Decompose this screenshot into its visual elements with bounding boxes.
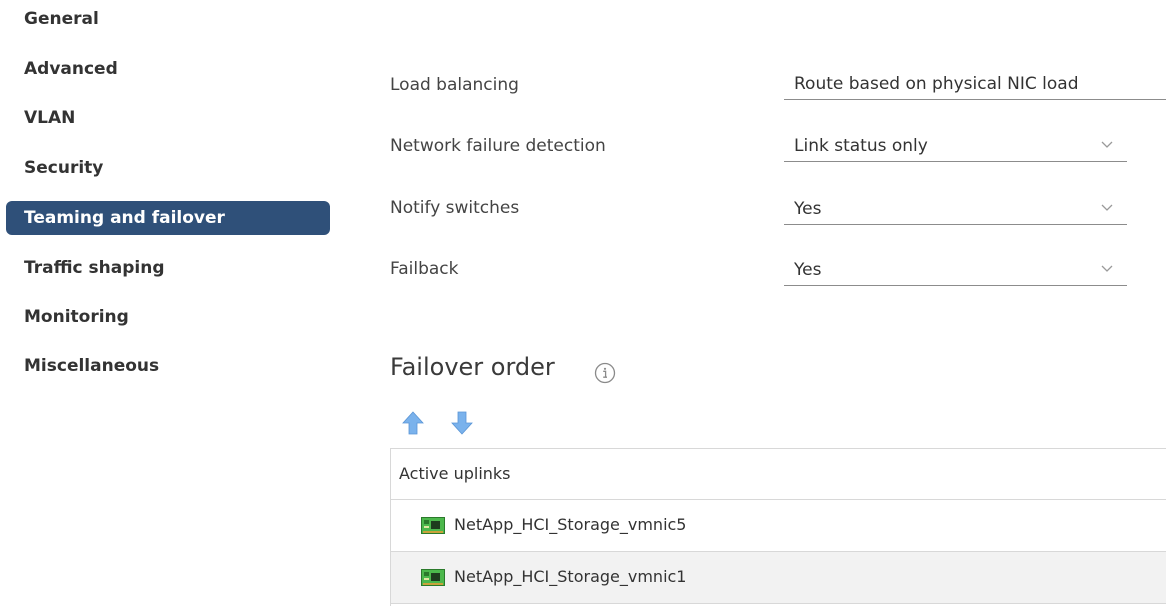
network-adapter-icon [421,569,445,586]
failback-label: Failback [390,259,459,279]
network-failure-detection-label: Network failure detection [390,136,606,156]
network-failure-detection-value: Link status only [794,136,928,156]
sidebar-item-teaming-and-failover[interactable]: Teaming and failover [6,201,330,235]
chevron-down-icon [1101,141,1113,148]
notify-switches-label: Notify switches [390,198,520,218]
load-balancing-label: Load balancing [390,75,519,95]
sidebar-item-monitoring[interactable]: Monitoring [6,300,330,334]
network-adapter-icon [421,517,445,534]
network-failure-detection-select[interactable]: Link status only [784,130,1127,162]
uplink-name: NetApp_HCI_Storage_vmnic1 [454,567,687,586]
chevron-down-icon [1101,204,1113,211]
notify-switches-select[interactable]: Yes [784,193,1127,225]
sidebar-item-general[interactable]: General [6,2,330,36]
table-row[interactable]: NetApp_HCI_Storage_vmnic1 [391,552,1166,604]
table-header-active-uplinks: Active uplinks [391,449,1166,500]
table-row[interactable]: NetApp_HCI_Storage_vmnic5 [391,500,1166,552]
chevron-down-icon [1101,265,1113,272]
load-balancing-value: Route based on physical NIC load [794,74,1079,94]
settings-sidebar: General Advanced VLAN Security Teaming a… [0,0,340,606]
arrow-up-icon[interactable] [400,410,426,436]
failback-value: Yes [794,260,822,280]
sidebar-item-vlan[interactable]: VLAN [6,101,330,135]
sidebar-item-advanced[interactable]: Advanced [6,52,330,86]
info-circle-icon[interactable] [594,362,616,384]
sidebar-item-miscellaneous[interactable]: Miscellaneous [6,349,330,383]
load-balancing-select[interactable]: Route based on physical NIC load [784,68,1166,100]
failback-select[interactable]: Yes [784,254,1127,286]
uplink-name: NetApp_HCI_Storage_vmnic5 [454,515,687,534]
notify-switches-value: Yes [794,199,822,219]
arrow-down-icon[interactable] [449,410,475,436]
sidebar-item-traffic-shaping[interactable]: Traffic shaping [6,251,330,285]
active-uplinks-table: Active uplinks NetApp_HCI_Storage_vmnic5… [390,448,1166,606]
failover-order-title: Failover order [390,353,555,381]
sidebar-item-security[interactable]: Security [6,151,330,185]
